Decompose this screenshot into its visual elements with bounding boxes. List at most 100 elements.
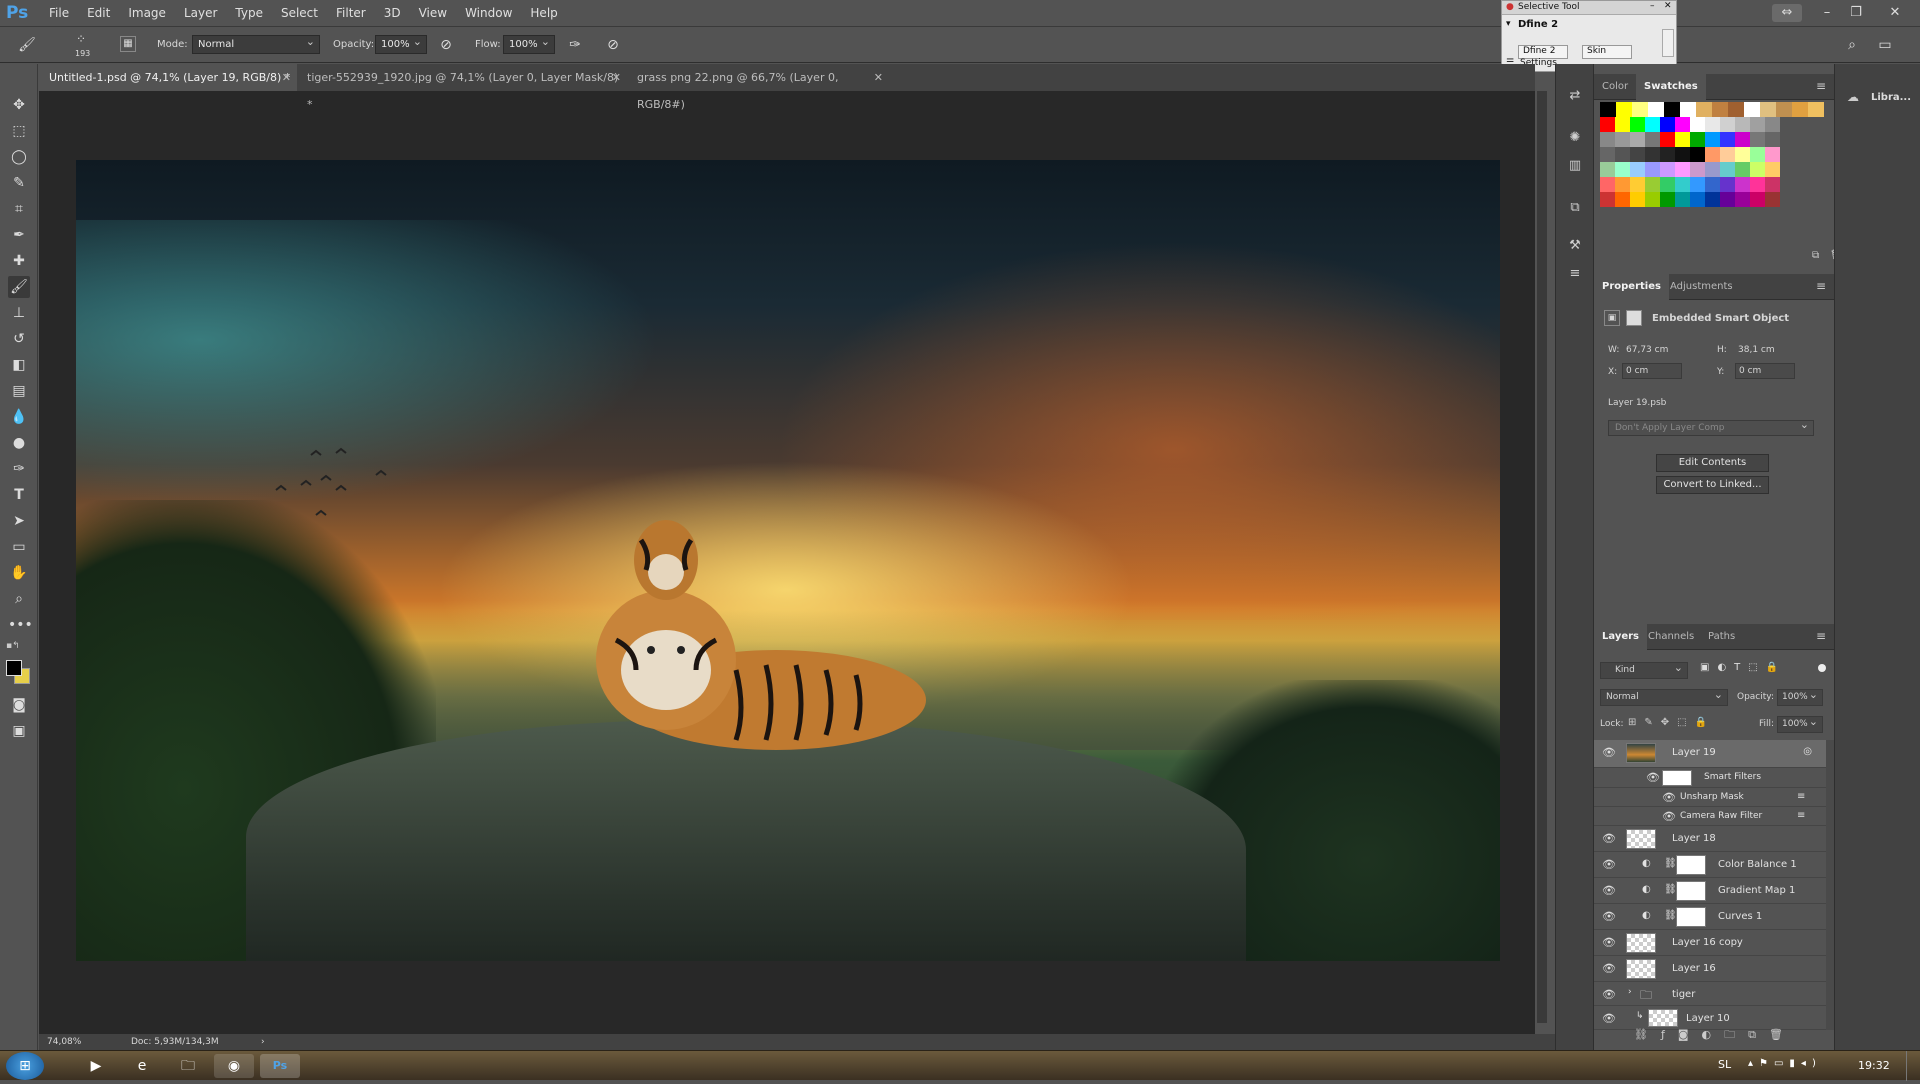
swatch[interactable] (1630, 147, 1645, 162)
swatch[interactable] (1735, 177, 1750, 192)
visibility-eye-icon[interactable]: 👁 (1602, 989, 1616, 1001)
opacity-field[interactable]: 100% (375, 33, 427, 54)
swatch[interactable] (1750, 162, 1765, 177)
brush-settings-icon[interactable]: ✺ (1565, 128, 1585, 148)
media-player-icon[interactable]: ▶ (76, 1054, 116, 1078)
layer-row[interactable]: 👁 ◐ ⛓ Color Balance 1 (1594, 852, 1826, 878)
libraries-icon[interactable]: ☁ (1847, 90, 1859, 104)
visibility-eye-icon[interactable]: 👁 (1602, 833, 1616, 845)
swatch[interactable] (1630, 132, 1645, 147)
panel-menu-icon[interactable]: ≡ (1816, 629, 1826, 643)
brush-tool-preset-icon[interactable]: 🖌 (18, 36, 36, 54)
swatch[interactable] (1750, 147, 1765, 162)
swatch[interactable] (1615, 162, 1630, 177)
layer-row[interactable]: 👁 Unsharp Mask ≡ (1594, 788, 1826, 807)
swatch[interactable] (1765, 132, 1780, 147)
swatch[interactable] (1615, 147, 1630, 162)
swatch[interactable] (1705, 162, 1720, 177)
edit-contents-button[interactable]: Edit Contents (1656, 454, 1769, 472)
airbrush-icon[interactable]: ✑ (566, 36, 584, 54)
zoom-level[interactable]: 74,08% (47, 1034, 81, 1050)
tab-untitled[interactable]: Untitled-1.psd @ 74,1% (Layer 19, RGB/8)… (39, 64, 297, 91)
swatch[interactable] (1765, 117, 1780, 132)
swatch[interactable] (1750, 117, 1765, 132)
pressure-opacity-icon[interactable]: ⊘ (437, 36, 455, 54)
swatch[interactable] (1680, 102, 1696, 117)
swatch[interactable] (1705, 147, 1720, 162)
swatch[interactable] (1735, 162, 1750, 177)
swatch[interactable] (1765, 177, 1780, 192)
filter-kind-select[interactable]: Kind (1600, 660, 1688, 679)
swatch[interactable] (1630, 117, 1645, 132)
firefox-icon[interactable]: ◉ (214, 1054, 254, 1078)
swatch[interactable] (1735, 117, 1750, 132)
swatch[interactable] (1630, 162, 1645, 177)
swatch[interactable] (1705, 177, 1720, 192)
swatch[interactable] (1664, 102, 1680, 117)
swatch[interactable] (1690, 147, 1705, 162)
eyedropper-tool-icon[interactable]: ✒ (8, 224, 30, 246)
mask-icon[interactable] (1626, 310, 1642, 326)
swatch[interactable] (1645, 132, 1660, 147)
menu-image[interactable]: Image (119, 0, 175, 27)
swatch[interactable] (1645, 117, 1660, 132)
brushes-panel-icon[interactable]: ▥ (1565, 156, 1585, 176)
quick-mask-icon[interactable]: ◙ (8, 694, 30, 716)
link-icon[interactable]: ⛓ (1664, 884, 1677, 895)
history-brush-tool-icon[interactable]: ↺ (8, 328, 30, 350)
swatch[interactable] (1648, 102, 1664, 117)
h-value[interactable]: 38,1 cm (1738, 345, 1775, 355)
zoom-tool-icon[interactable]: ⌕ (8, 588, 30, 610)
y-field[interactable]: 0 cm (1735, 363, 1795, 379)
lock-icons[interactable]: ⊞✎✥⬚🔒 (1628, 717, 1715, 728)
swatch[interactable] (1760, 102, 1776, 117)
canvas-image[interactable] (76, 160, 1500, 961)
swatch[interactable] (1690, 177, 1705, 192)
swatch[interactable] (1735, 192, 1750, 207)
brush-panel-icon[interactable]: ▦ (120, 36, 136, 52)
menu-3d[interactable]: 3D (375, 0, 410, 27)
move-tool-icon[interactable]: ✥ (8, 94, 30, 116)
swatch[interactable] (1705, 132, 1720, 147)
close-icon[interactable]: ✕ (1885, 4, 1905, 22)
menu-select[interactable]: Select (272, 0, 327, 27)
visibility-eye-icon[interactable]: 👁 (1602, 1013, 1616, 1025)
swatch[interactable] (1616, 102, 1632, 117)
rectangle-tool-icon[interactable]: ▭ (8, 536, 30, 558)
swatch[interactable] (1660, 117, 1675, 132)
menu-window[interactable]: Window (456, 0, 521, 27)
swatch[interactable] (1720, 132, 1735, 147)
menu-edit[interactable]: Edit (78, 0, 119, 27)
swatch[interactable] (1615, 177, 1630, 192)
gradient-tool-icon[interactable]: ▤ (8, 380, 30, 402)
swatch[interactable] (1792, 102, 1808, 117)
fill-field[interactable]: 100% (1777, 714, 1823, 733)
swatch[interactable] (1776, 102, 1792, 117)
workspace-switcher-icon[interactable]: ▭ (1876, 36, 1894, 54)
swatch[interactable] (1615, 117, 1630, 132)
layer-filter-icons[interactable]: ▣◐T⬚🔒 (1700, 662, 1786, 673)
history-panel-icon[interactable]: ⇄ (1565, 86, 1585, 106)
visibility-eye-icon[interactable]: 👁 (1602, 937, 1616, 949)
filter-options-icon[interactable]: ≡ (1797, 810, 1805, 821)
swatch[interactable] (1600, 147, 1615, 162)
blend-mode-select[interactable]: Normal (1600, 687, 1728, 706)
type-tool-icon[interactable]: T (8, 484, 30, 506)
swatch[interactable] (1690, 192, 1705, 207)
restore-icon[interactable]: ❐ (1846, 4, 1866, 22)
workspace-icon[interactable]: ⇔ (1772, 4, 1802, 22)
internet-explorer-icon[interactable]: e (122, 1054, 162, 1078)
swatch[interactable] (1600, 117, 1615, 132)
layers-footer-icons[interactable]: ⛓ƒ◙◐🗀⧉🗑 (1634, 1026, 1796, 1045)
quick-selection-tool-icon[interactable]: ✎ (8, 172, 30, 194)
tab-close-icon[interactable]: ✕ (612, 64, 621, 91)
swatch[interactable] (1600, 192, 1615, 207)
swatch[interactable] (1615, 192, 1630, 207)
w-value[interactable]: 67,73 cm (1626, 345, 1668, 355)
layer-row[interactable]: 👁 Layer 16 copy (1594, 930, 1826, 956)
swatch[interactable] (1690, 117, 1705, 132)
visibility-eye-icon[interactable]: 👁 (1602, 963, 1616, 975)
dfine-collapse-icon[interactable]: ▾ (1506, 19, 1511, 29)
photoshop-taskbar-icon[interactable]: Ps (260, 1054, 300, 1078)
swatch[interactable] (1705, 192, 1720, 207)
